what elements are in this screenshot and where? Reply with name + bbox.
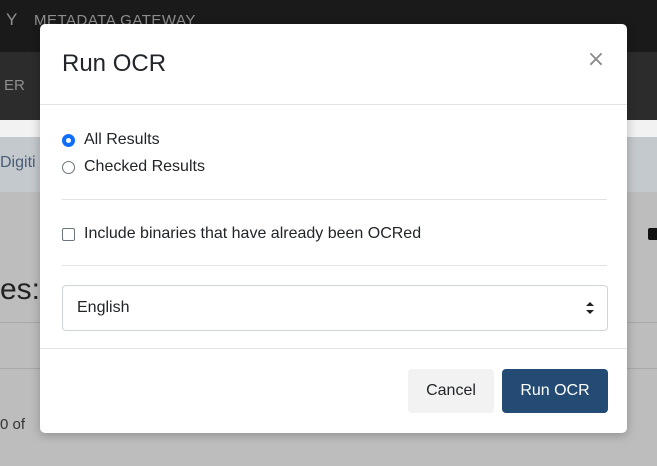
select-arrows-icon xyxy=(586,302,594,314)
page-heading: es: xyxy=(0,273,41,306)
run-ocr-button[interactable]: Run OCR xyxy=(502,369,608,413)
divider xyxy=(62,199,607,200)
radio-button[interactable] xyxy=(62,160,75,174)
radio-label: All Results xyxy=(84,131,160,148)
radio-label: Checked Results xyxy=(84,158,205,175)
radio-checked-results[interactable]: Checked Results xyxy=(62,156,205,178)
run-ocr-modal: Run OCR × All Results Checked Results In… xyxy=(40,24,627,433)
lock-icon xyxy=(648,228,657,240)
close-icon[interactable]: × xyxy=(582,46,610,74)
breadcrumb-item[interactable]: Digiti xyxy=(0,154,36,172)
brand-logo-icon: Y xyxy=(6,10,18,29)
nav-item[interactable]: ER xyxy=(4,77,25,94)
radio-all-results[interactable]: All Results xyxy=(62,129,160,151)
modal-header: Run OCR × xyxy=(40,24,627,105)
divider xyxy=(62,265,607,266)
cancel-button[interactable]: Cancel xyxy=(408,369,494,413)
results-count: 0 of xyxy=(0,416,26,433)
checkbox-label: Include binaries that have already been … xyxy=(84,225,422,242)
language-select-value: English xyxy=(77,299,130,316)
modal-title: Run OCR xyxy=(62,50,167,77)
include-ocred-option[interactable]: Include binaries that have already been … xyxy=(62,223,421,245)
radio-button-checked[interactable] xyxy=(62,133,75,147)
include-ocred-checkbox[interactable] xyxy=(62,227,75,241)
modal-footer: Cancel Run OCR xyxy=(40,348,627,433)
language-select[interactable]: English xyxy=(62,285,608,331)
